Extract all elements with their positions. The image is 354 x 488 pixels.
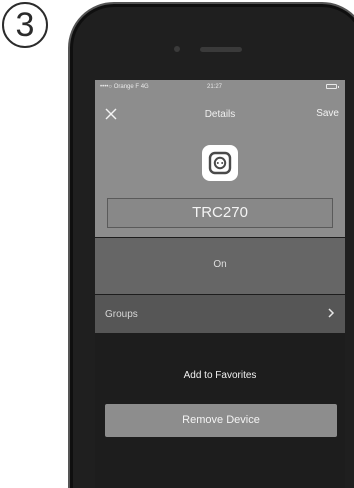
power-socket-icon (202, 145, 238, 181)
status-time: 21:27 (207, 84, 223, 90)
chevron-right-icon (328, 308, 335, 318)
status-bar: ••••○ Orange F 4G 21:27 (95, 80, 345, 94)
app-screen: ••••○ Orange F 4G 21:27 Details Save TRC… (95, 80, 345, 488)
carrier-signal: ••••○ Orange F 4G (100, 84, 149, 90)
groups-label: Groups (105, 309, 138, 320)
battery-icon (326, 84, 339, 89)
earpiece-speaker (200, 47, 242, 52)
remove-device-button[interactable]: Remove Device (105, 404, 337, 437)
on-state-row[interactable]: On (95, 238, 345, 294)
step-number: 3 (15, 6, 35, 44)
step-number-badge: 3 (2, 2, 48, 48)
state-label: On (213, 259, 227, 270)
illustration: 3 ••••○ Orange F 4G 21:27 Details Save T… (0, 0, 354, 488)
front-camera (174, 46, 180, 52)
save-button[interactable]: Save (316, 108, 339, 119)
groups-row[interactable]: Groups (95, 295, 345, 333)
device-name-field[interactable]: TRC270 (107, 198, 333, 228)
add-to-favorites-link[interactable]: Add to Favorites (95, 370, 345, 381)
details-header: ••••○ Orange F 4G 21:27 Details Save TRC… (95, 80, 345, 237)
nav-bar: Details Save (95, 94, 345, 134)
phone-frame: ••••○ Orange F 4G 21:27 Details Save TRC… (68, 2, 354, 488)
page-title: Details (204, 109, 236, 120)
